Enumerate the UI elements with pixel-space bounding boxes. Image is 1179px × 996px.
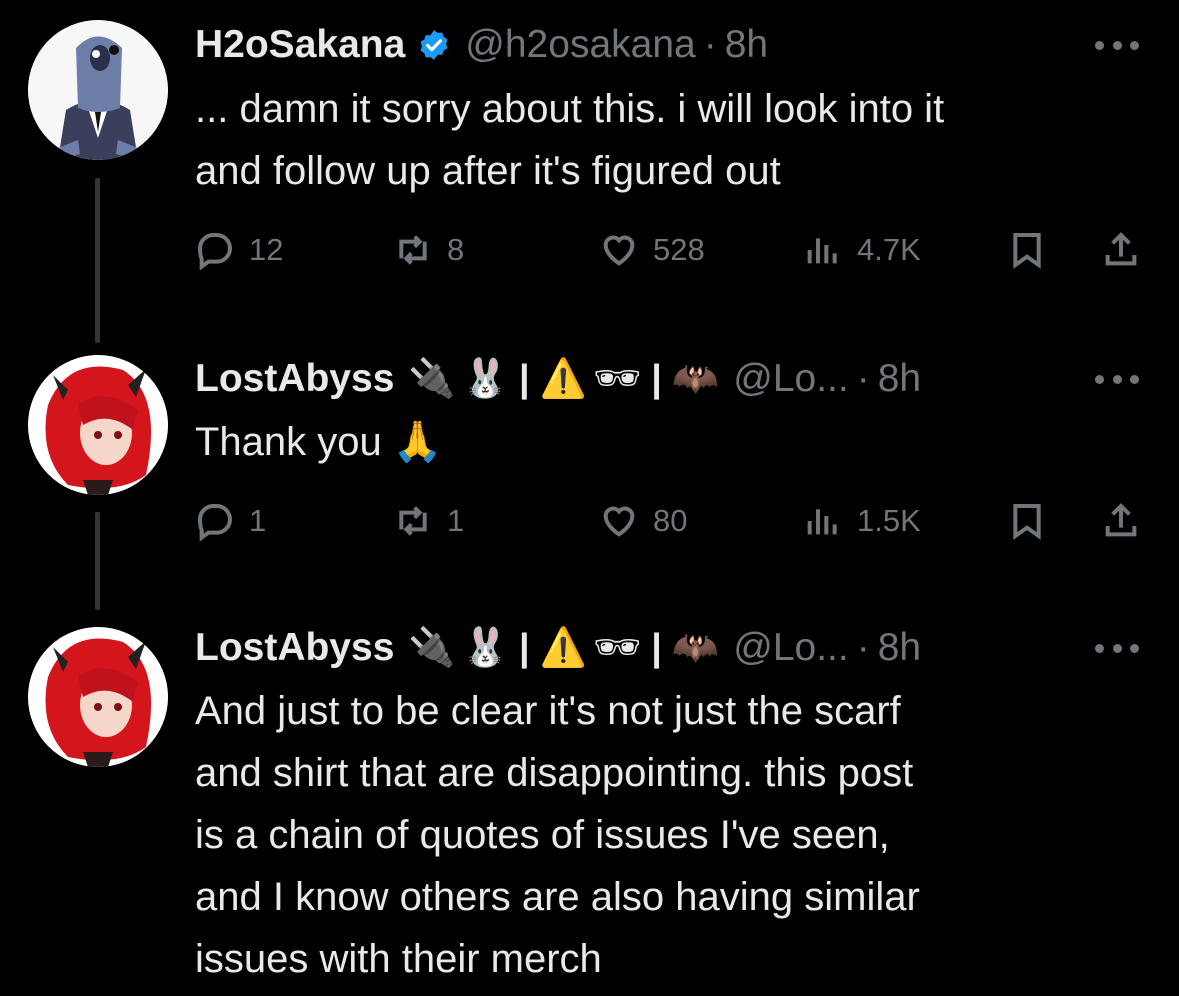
share-icon [1105, 232, 1137, 266]
tweet-header: LostAbyss 🔌 🐰 | ⚠️ 🕶 | 🦇 @Lo... · 8h [195, 618, 1139, 678]
emoji-separator: | [651, 357, 662, 400]
retweet-button[interactable]: 1 [393, 497, 464, 545]
share-button[interactable] [1101, 497, 1141, 545]
emoji-separator: | [651, 626, 662, 669]
avatar[interactable] [28, 20, 168, 160]
separator-dot: · [856, 626, 870, 669]
tweet-text: Thank you 🙏 [195, 411, 1139, 473]
tweet-text-line: Thank you 🙏 [195, 420, 443, 464]
more-icon[interactable] [1095, 38, 1139, 52]
tweet[interactable]: LostAbyss 🔌 🐰 | ⚠️ 🕶 | 🦇 @Lo... · 8h Tha… [0, 345, 1179, 605]
tweet-text: And just to be clear it's not just the s… [195, 680, 1139, 990]
rabbit-emoji-icon: 🐰 [461, 358, 510, 400]
retweet-count: 8 [447, 232, 465, 267]
views-icon [807, 238, 837, 264]
reply-icon [197, 504, 233, 541]
tweet-text-line: and follow up after it's figured out [195, 149, 781, 193]
tweet-text: ... damn it sorry about this. i will loo… [195, 78, 1139, 202]
tweet-text-line: issues with their merch [195, 937, 602, 981]
tweet-header: H2oSakana @h2osakana · 8h [195, 15, 1139, 75]
plug-emoji-icon: 🔌 [408, 627, 456, 669]
retweet-icon [399, 506, 427, 536]
action-bar: 12 8 528 4.7K [195, 226, 1145, 274]
timestamp[interactable]: 8h [878, 357, 921, 401]
like-button[interactable]: 528 [599, 226, 705, 274]
display-name[interactable]: H2oSakana [195, 23, 405, 67]
views-count: 4.7K [857, 232, 921, 267]
timestamp[interactable]: 8h [878, 626, 921, 670]
handle[interactable]: @h2osakana [465, 23, 695, 67]
handle[interactable]: @Lo... [733, 626, 848, 670]
emoji-separator: | [519, 357, 530, 400]
tweet[interactable]: LostAbyss 🔌 🐰 | ⚠️ 🕶 | 🦇 @Lo... · 8h And… [0, 615, 1179, 996]
bookmark-icon [1013, 233, 1041, 269]
emoji-separator: | [519, 626, 530, 669]
tweet-text-line: and shirt that are disappointing. this p… [195, 751, 914, 795]
separator-dot: · [856, 357, 870, 400]
tweet-text-line: and I know others are also having simila… [195, 875, 920, 919]
like-icon [603, 506, 635, 537]
avatar[interactable] [28, 627, 168, 767]
reply-button[interactable]: 12 [195, 226, 283, 274]
views-count: 1.5K [857, 503, 921, 538]
views-button[interactable]: 1.5K [803, 497, 921, 545]
like-button[interactable]: 80 [599, 497, 687, 545]
tweet-text-line: And just to be clear it's not just the s… [195, 689, 901, 733]
like-icon [603, 235, 635, 266]
retweet-button[interactable]: 8 [393, 226, 464, 274]
more-icon[interactable] [1095, 372, 1139, 386]
name-emoji-row: 🔌 🐰 | ⚠️ 🕶 | 🦇 [408, 357, 719, 401]
views-button[interactable]: 4.7K [803, 226, 921, 274]
display-name[interactable]: LostAbyss [195, 357, 394, 401]
display-name[interactable]: LostAbyss [195, 626, 394, 670]
avatar[interactable] [28, 355, 168, 495]
tweet-text-line: ... damn it sorry about this. i will loo… [195, 87, 945, 131]
bookmark-button[interactable] [1007, 226, 1047, 274]
warning-emoji-icon: ⚠️ [539, 358, 588, 400]
tweet-header: LostAbyss 🔌 🐰 | ⚠️ 🕶 | 🦇 @Lo... · 8h [195, 349, 1139, 409]
like-count: 528 [653, 232, 705, 267]
reply-button[interactable]: 1 [195, 497, 266, 545]
sunglasses-emoji-icon: 🕶 [593, 627, 642, 669]
share-icon [1105, 503, 1137, 537]
like-count: 80 [653, 503, 688, 538]
reply-icon [197, 233, 233, 270]
verified-badge-icon [420, 30, 448, 60]
views-icon [807, 509, 837, 535]
tweet[interactable]: H2oSakana @h2osakana · 8h ... damn it so… [0, 0, 1179, 330]
retweet-icon [399, 235, 427, 265]
name-emoji-row: 🔌 🐰 | ⚠️ 🕶 | 🦇 [408, 626, 719, 670]
bookmark-button[interactable] [1007, 497, 1047, 545]
rabbit-emoji-icon: 🐰 [461, 627, 510, 669]
bat-emoji-icon: 🦇 [671, 627, 720, 669]
reply-count: 12 [249, 232, 284, 267]
tweet-text-line: is a chain of quotes of issues I've seen… [195, 813, 890, 857]
bookmark-icon [1013, 504, 1041, 540]
bat-emoji-icon: 🦇 [671, 358, 720, 400]
share-button[interactable] [1101, 226, 1141, 274]
plug-emoji-icon: 🔌 [408, 358, 456, 400]
more-icon[interactable] [1095, 641, 1139, 655]
warning-emoji-icon: ⚠️ [539, 627, 588, 669]
action-bar: 1 1 80 1.5K [195, 497, 1145, 545]
timestamp[interactable]: 8h [725, 23, 768, 67]
retweet-count: 1 [447, 503, 465, 538]
handle[interactable]: @Lo... [733, 357, 848, 401]
reply-count: 1 [249, 503, 267, 538]
separator-dot: · [703, 23, 717, 66]
sunglasses-emoji-icon: 🕶 [593, 358, 642, 400]
